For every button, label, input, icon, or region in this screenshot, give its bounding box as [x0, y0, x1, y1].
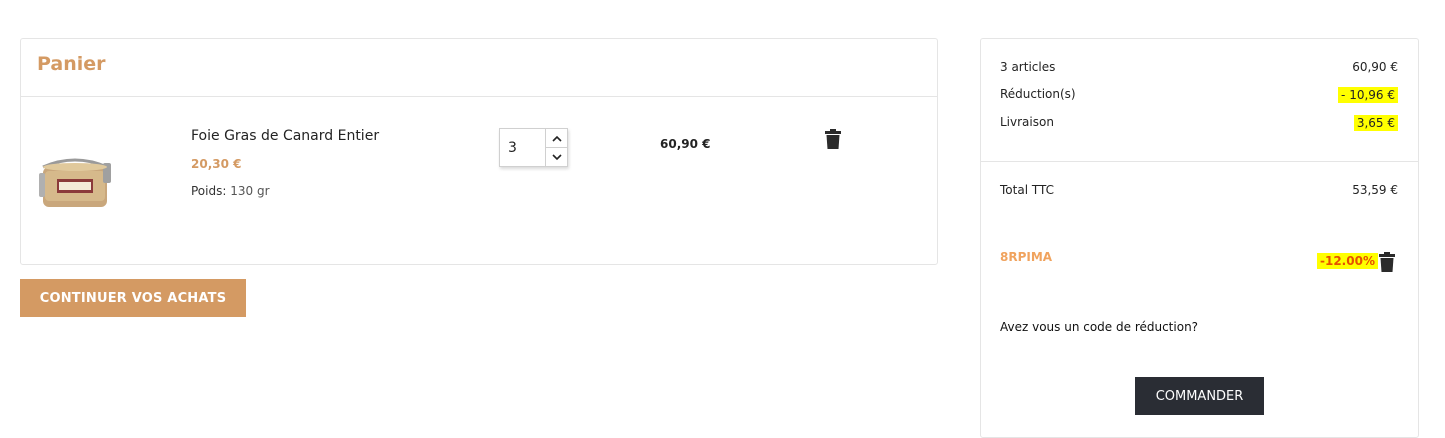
quantity-decrease-button[interactable] — [546, 147, 567, 166]
quantity-stepper — [499, 128, 568, 167]
cart-summary: 3 articles 60,90 € Réduction(s) - 10,96 … — [980, 38, 1419, 438]
quantity-input[interactable] — [500, 129, 546, 166]
continue-shopping-button[interactable]: CONTINUER VOS ACHATS — [20, 279, 246, 317]
total-label: Total TTC — [1000, 183, 1054, 197]
articles-label: 3 articles — [1000, 60, 1056, 74]
weight-label: Poids: — [191, 184, 227, 198]
summary-shipping-row: Livraison 3,65 € — [1000, 115, 1398, 131]
shipping-value: 3,65 € — [1353, 115, 1398, 131]
product-name[interactable]: Foie Gras de Canard Entier — [191, 128, 379, 144]
articles-value: 60,90 € — [1352, 60, 1398, 74]
discount-code-link[interactable]: Avez vous un code de réduction? — [1000, 320, 1198, 334]
promo-code: 8RPIMA — [1000, 250, 1053, 264]
line-total: 60,90 € — [660, 137, 711, 151]
reduction-label: Réduction(s) — [1000, 87, 1076, 101]
summary-divider — [981, 161, 1418, 162]
chevron-up-icon — [551, 135, 562, 142]
cart-panel: Panier Foie Gras de Canard Entier 20,30 … — [20, 38, 938, 265]
summary-total-row: Total TTC 53,59 € — [1000, 183, 1398, 197]
cart-header: Panier — [21, 39, 937, 97]
promo-percent: -12.00% — [1317, 253, 1378, 269]
summary-articles-row: 3 articles 60,90 € — [1000, 60, 1398, 74]
product-image[interactable] — [37, 149, 117, 209]
cart-title: Panier — [37, 53, 106, 75]
product-unit-price: 20,30 € — [191, 157, 242, 171]
total-value: 53,59 € — [1352, 183, 1398, 197]
product-weight: Poids: 130 gr — [191, 184, 270, 198]
weight-value: 130 gr — [230, 184, 270, 198]
trash-icon — [825, 129, 841, 149]
shipping-label: Livraison — [1000, 115, 1054, 129]
trash-icon — [1379, 252, 1395, 272]
chevron-down-icon — [551, 153, 562, 160]
reduction-value: - 10,96 € — [1338, 87, 1398, 103]
foie-gras-jar-image — [39, 158, 111, 207]
remove-item-button[interactable] — [825, 129, 841, 151]
quantity-increase-button[interactable] — [546, 129, 567, 147]
order-button[interactable]: COMMANDER — [1135, 377, 1264, 415]
remove-promo-button[interactable] — [1379, 252, 1395, 274]
quantity-buttons — [545, 129, 567, 166]
summary-reduction-row: Réduction(s) - 10,96 € — [1000, 87, 1398, 103]
